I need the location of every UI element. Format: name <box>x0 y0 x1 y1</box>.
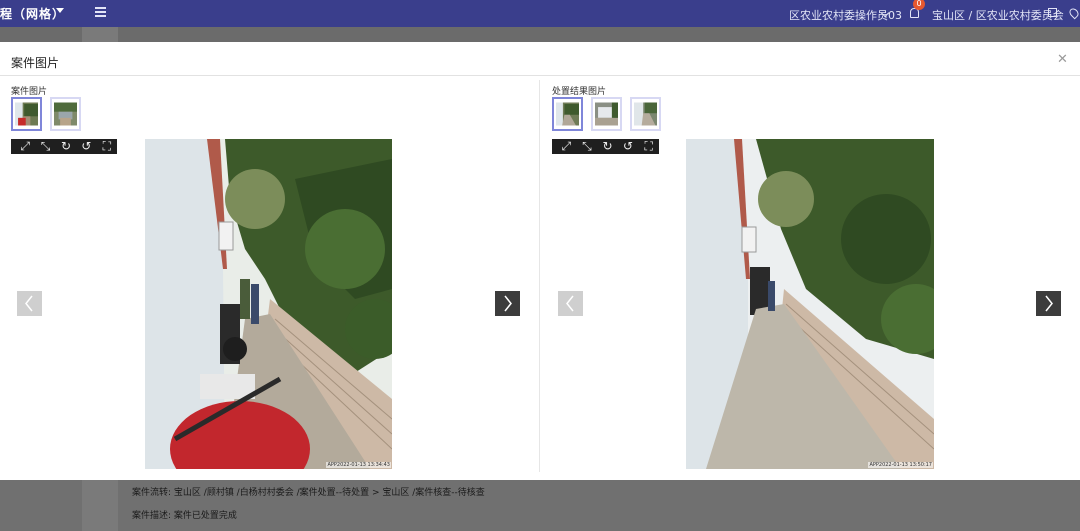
case-flow-value: 宝山区 /顾村镇 /白杨村村委会 /案件处置--待处置 > 宝山区 /案件核查-… <box>173 488 485 498</box>
photo-thumbnail-icon <box>15 102 38 126</box>
menu-icon[interactable] <box>95 7 106 17</box>
rotate-right-icon[interactable]: ↻ <box>597 139 618 154</box>
photo-timestamp: APP2022-01-13 13:50:17 <box>868 462 933 468</box>
shrink-icon[interactable]: ⤡ <box>35 139 55 154</box>
result-thumbnail[interactable] <box>591 97 622 131</box>
result-thumbnail[interactable] <box>630 97 661 131</box>
case-thumbnail[interactable] <box>50 97 81 131</box>
shrink-icon[interactable]: ⤡ <box>577 139 598 154</box>
result-photo: APP2022-01-13 13:50:17 <box>686 139 934 469</box>
result-thumbnail[interactable] <box>552 97 583 131</box>
result-images-label: 处置结果图片 <box>552 87 607 97</box>
image-toolbar: ⤢ ⤡ ↻ ↺ ⛶ <box>552 139 659 154</box>
next-image-button[interactable] <box>495 291 520 316</box>
case-details-footer: 案件流转: 宝山区 /顾村镇 /白杨村村委会 /案件处置--待处置 > 宝山区 … <box>0 480 1080 531</box>
fullscreen-icon[interactable]: ⛶ <box>638 139 659 154</box>
photo-thumbnail-icon <box>54 102 77 126</box>
modal-header: 案件图片 ✕ <box>0 42 1080 76</box>
top-app-bar: 程（网格） 区农业农村委操作员03 0 宝山区 / 区农业农村委员会 <box>0 0 1080 27</box>
case-desc-row: 案件描述: 案件已处置完成 <box>132 508 237 521</box>
rotate-left-icon[interactable]: ↺ <box>618 139 639 154</box>
page-backdrop <box>0 27 1080 42</box>
case-photo: APP2022-01-13 13:34:43 <box>145 139 392 469</box>
window-icon[interactable] <box>1048 8 1057 17</box>
photo-thumbnail-icon <box>634 102 657 126</box>
case-thumbnail[interactable] <box>11 97 42 131</box>
expand-icon[interactable]: ⤢ <box>556 139 577 154</box>
alley-cleaned-photo-image <box>686 139 934 469</box>
rotate-right-icon[interactable]: ↻ <box>56 139 76 154</box>
notification-badge: 0 <box>913 0 925 10</box>
prev-image-button[interactable] <box>17 291 42 316</box>
photo-timestamp: APP2022-01-13 13:34:43 <box>326 462 391 468</box>
alley-photo-image <box>145 139 392 469</box>
chevron-left-icon <box>25 295 33 312</box>
image-toolbar: ⤢ ⤡ ↻ ↺ ⛶ <box>11 139 117 154</box>
case-flow-label: 案件流转: <box>132 488 172 498</box>
photo-thumbnail-icon <box>556 102 579 126</box>
location-pin-icon[interactable] <box>1067 6 1080 20</box>
case-desc-label: 案件描述: <box>132 511 172 521</box>
org-breadcrumb[interactable]: 宝山区 / 区农业农村委员会 <box>932 7 1064 23</box>
case-images-label: 案件图片 <box>11 87 48 97</box>
image-modal: 案件图片 ✕ 案件图片 ⤢ ⤡ ↻ ↺ ⛶ APP2022-01-13 13:3… <box>0 42 1080 480</box>
fullscreen-icon[interactable]: ⛶ <box>97 139 117 154</box>
panel-divider <box>539 80 540 472</box>
chevron-left-icon <box>566 295 574 312</box>
rotate-left-icon[interactable]: ↺ <box>76 139 96 154</box>
photo-thumbnail-icon <box>595 102 618 126</box>
chevron-right-icon <box>504 295 512 312</box>
chevron-down-icon[interactable] <box>56 8 64 13</box>
case-flow-row: 案件流转: 宝山区 /顾村镇 /白杨村村委会 /案件处置--待处置 > 宝山区 … <box>132 485 485 498</box>
expand-icon[interactable]: ⤢ <box>15 139 35 154</box>
case-desc-value: 案件已处置完成 <box>173 511 237 521</box>
next-image-button[interactable] <box>1036 291 1061 316</box>
close-icon[interactable]: ✕ <box>1057 52 1068 67</box>
chevron-right-icon <box>1045 295 1053 312</box>
modal-title: 案件图片 <box>11 56 60 70</box>
prev-image-button[interactable] <box>558 291 583 316</box>
